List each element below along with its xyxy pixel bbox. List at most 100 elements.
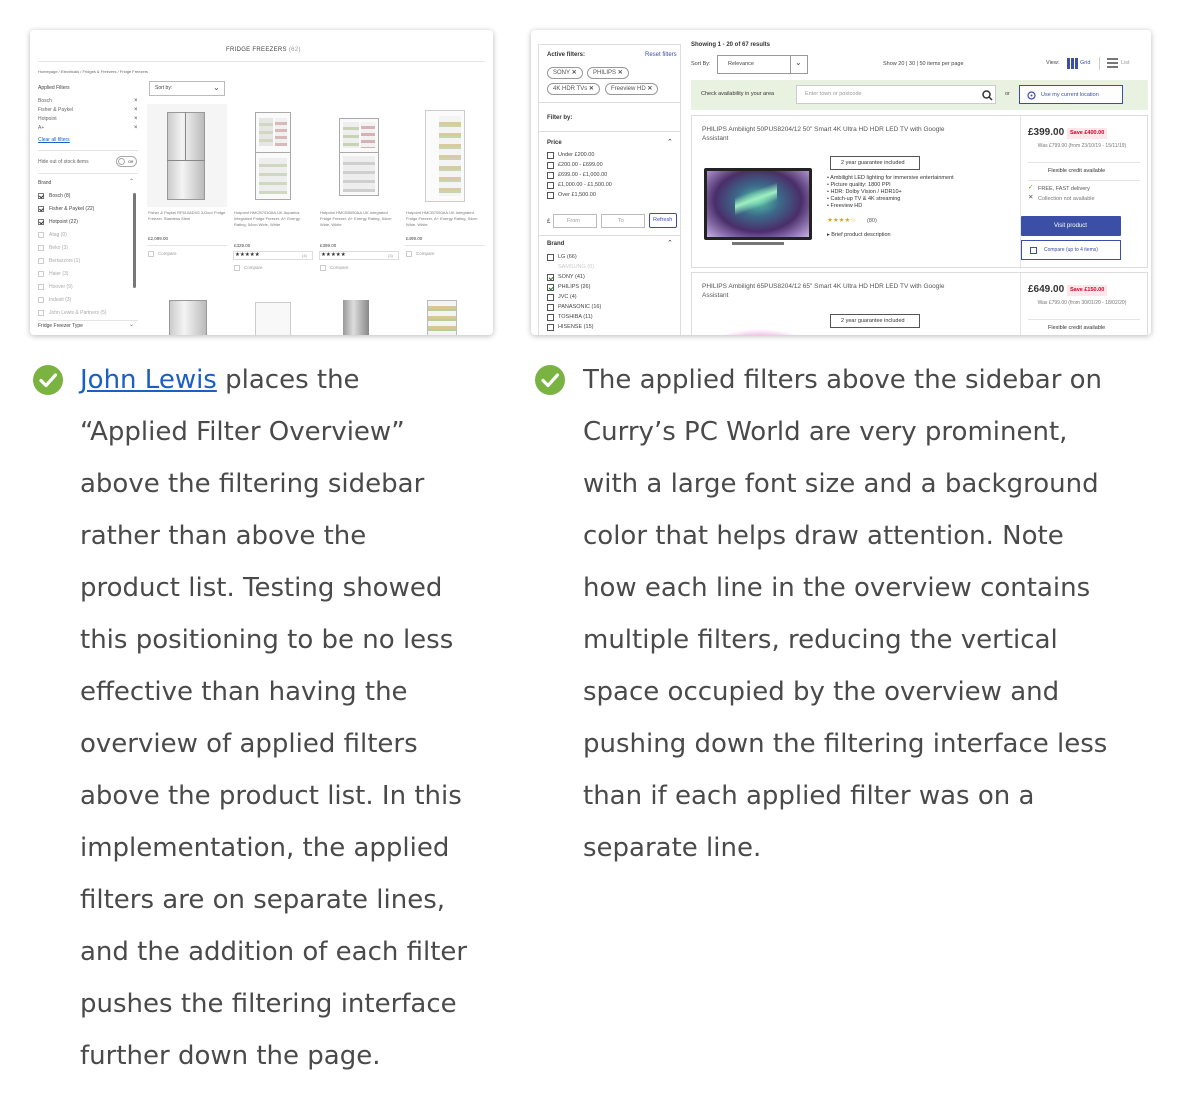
product-grid: Fisher & Paykel RF610ADX5 3-Door Fridge … [147, 104, 487, 304]
active-filter-chips: SONY ✕ PHILIPS ✕ 4K HDR TVs ✕ Freeview H… [539, 61, 680, 99]
product-image[interactable] [343, 300, 369, 335]
product-image[interactable] [427, 300, 457, 335]
hide-out-of-stock-label: Hide out of stock items [38, 159, 89, 165]
postcode-input[interactable]: Enter town or postcode [796, 85, 996, 104]
clear-all-link[interactable]: Clear all filters [38, 138, 70, 143]
chevron-up-icon[interactable]: ⌃ [667, 139, 673, 146]
filter-chip[interactable]: PHILIPS ✕ [587, 67, 629, 79]
remove-filter-icon[interactable]: × [134, 125, 138, 131]
brand-option[interactable]: Atag (0) [49, 233, 67, 238]
product-title[interactable]: PHILIPS Ambilight 50PUS8204/12 50" Smart… [702, 125, 972, 143]
product-title[interactable]: PHILIPS Ambilight 65PUS8204/12 65" Smart… [702, 282, 972, 300]
price-option[interactable]: Under £200.00 [558, 152, 594, 159]
left-caption: John Lewis places the “Applied Filter Ov… [80, 354, 500, 1082]
compare-checkbox[interactable]: Compare [330, 265, 349, 271]
grid-view-label[interactable]: Grid [1080, 60, 1090, 67]
product-name[interactable]: Hotpoint HMCB7030AA.UK Aquarius Integrat… [234, 210, 312, 228]
chevron-down-icon[interactable]: ⌄ [129, 322, 134, 328]
compare-checkbox[interactable]: Compare [244, 265, 263, 271]
brand-option[interactable]: Bertazzoni (1) [49, 259, 80, 264]
search-icon[interactable] [982, 90, 993, 101]
product-image[interactable] [255, 302, 291, 335]
john-lewis-link[interactable]: John Lewis [80, 365, 217, 395]
compare-checkbox[interactable]: Compare [158, 251, 177, 257]
delivery-label: FREE, FAST delivery [1038, 186, 1090, 192]
price-to-input[interactable]: To [601, 214, 645, 228]
applied-filter: Hotpoint [38, 116, 57, 122]
guarantee-badge: 2 year guarantee included [830, 156, 920, 170]
product-image[interactable] [233, 104, 313, 207]
chevron-down-icon: ⌄ [795, 58, 802, 67]
brand-option[interactable]: Bosch (8) [49, 194, 70, 199]
caption-line: The applied filters above the sidebar on [583, 365, 1103, 395]
brand-list: Bosch (8) Fisher & Paykel (22) Hotpoint … [38, 193, 136, 317]
brand-option[interactable]: Hoover (9) [49, 285, 73, 290]
price-option[interactable]: £1,000.00 - £1,500.00 [558, 182, 612, 189]
price-option[interactable]: £699.00 - £1,000.00 [558, 172, 607, 179]
product-card: PHILIPS Ambilight 65PUS8204/12 65" Smart… [691, 272, 1148, 335]
remove-filter-icon[interactable]: × [134, 98, 138, 104]
checkmark-icon: ✓ [1028, 184, 1034, 191]
checkmark-circle-icon [33, 365, 63, 395]
brand-option[interactable]: PANASONIC (16) [558, 304, 601, 311]
brand-option[interactable]: HISENSE (15) [558, 324, 593, 331]
brand-option[interactable]: SONY (41) [558, 274, 585, 281]
use-location-button[interactable]: Use my current location [1019, 85, 1123, 104]
star-icon: ★★★★☆ [827, 217, 857, 224]
brand-option[interactable]: Indesit (3) [49, 298, 71, 303]
chevron-up-icon[interactable]: ⌃ [667, 240, 673, 247]
product-image[interactable] [169, 300, 207, 335]
caption-line: above the filtering sidebar [80, 469, 425, 499]
compare-checkbox[interactable]: Compare [416, 251, 435, 257]
remove-filter-icon[interactable]: × [134, 107, 138, 113]
caption-line: filters are on separate lines, [80, 885, 446, 915]
product-image[interactable] [147, 104, 227, 207]
sort-select[interactable]: Relevance ⌄ [717, 55, 808, 74]
product-price: £329.00 [234, 243, 251, 248]
brand-option[interactable]: Hotpoint (22) [49, 220, 78, 225]
product-name[interactable]: Hotpoint HMCB7050AA.UK Integrated Fridge… [406, 210, 484, 228]
caption-line: space occupied by the overview and [583, 677, 1060, 707]
product-name[interactable]: Fisher & Paykel RF610ADX5 3-Door Fridge … [148, 210, 226, 222]
product-image[interactable] [405, 104, 485, 207]
description-toggle[interactable]: ▸ Brief product description [827, 232, 891, 239]
out-of-stock-toggle[interactable]: Off [116, 156, 137, 167]
brand-option[interactable]: Fisher & Paykel (22) [49, 207, 94, 212]
product-image[interactable] [704, 168, 812, 240]
remove-filter-icon[interactable]: × [134, 116, 138, 122]
price-option[interactable]: £200.00 - £699.00 [558, 162, 603, 169]
brand-option[interactable]: JVC (4) [558, 294, 577, 301]
brand-option[interactable]: John Lewis & Partners (5) [49, 311, 107, 316]
filter-chip[interactable]: 4K HDR TVs ✕ [547, 83, 600, 95]
items-per-page[interactable]: Show 20 | 30 | 50 items per page [883, 61, 964, 68]
brand-option[interactable]: TOSHIBA (11) [558, 314, 593, 321]
list-view-icon[interactable] [1107, 58, 1118, 69]
refresh-button[interactable]: Refresh [649, 213, 677, 228]
grid-view-icon[interactable] [1067, 58, 1078, 69]
caption-line: rather than above the [80, 521, 367, 551]
star-icon: ★★★★★ [321, 252, 346, 258]
applied-filter: A+ [38, 125, 45, 131]
chevron-up-icon[interactable]: ⌃ [129, 179, 134, 185]
visit-product-button[interactable]: Visit product [1021, 216, 1121, 236]
product-image[interactable] [712, 329, 807, 335]
sort-select[interactable]: Sort by: ⌄ [149, 81, 225, 96]
brand-option[interactable]: PHILIPS (26) [558, 284, 590, 291]
compare-button[interactable]: Compare (up to 4 items) [1021, 240, 1121, 260]
filter-chip[interactable]: SONY ✕ [547, 67, 583, 79]
save-badge: Save £400.00 [1067, 128, 1108, 139]
list-view-label[interactable]: List [1121, 60, 1130, 67]
brand-option[interactable]: Beko (3) [49, 246, 68, 251]
availability-bar: Check availability in your area Enter to… [691, 80, 1148, 110]
price-option[interactable]: Over £1,500.00 [558, 192, 596, 199]
product-image[interactable] [319, 104, 399, 207]
price-from-input[interactable]: From [553, 214, 597, 228]
breadcrumb[interactable]: Homepage / Electricals / Fridges & Freez… [38, 70, 148, 74]
reset-filters-link[interactable]: Reset filters [645, 52, 677, 58]
filter-chip[interactable]: Freeview HD ✕ [605, 83, 659, 95]
brand-option[interactable]: Haier (3) [49, 272, 68, 277]
brand-scrollbar[interactable] [133, 193, 136, 288]
review-count[interactable]: (80) [867, 218, 877, 225]
brand-option[interactable]: LG (66) [558, 254, 577, 261]
product-name[interactable]: Hotpoint HMCB5050AA.UK Integrated Fridge… [320, 210, 398, 228]
